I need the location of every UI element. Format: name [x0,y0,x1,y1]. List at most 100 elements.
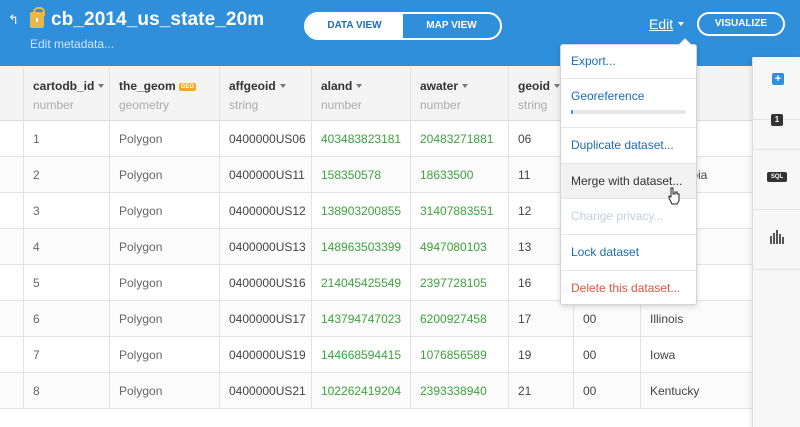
table-cell-affgeoid[interactable]: 0400000US16 [219,265,311,301]
georeference-menu-item[interactable]: Georeference [561,89,696,103]
table-cell-awater[interactable]: 1076856589 [410,337,508,373]
column-type: geometry [119,98,170,112]
change-privacy-menu-item[interactable]: Change privacy... [561,209,696,223]
table-cell-aland[interactable]: 144668594415 [311,337,410,373]
table-cell-cartodb-id[interactable]: 2 [23,157,109,193]
table-cell-the-geom[interactable]: Polygon [109,301,219,337]
table-cell-the-geom[interactable]: Polygon [109,157,219,193]
row-handle[interactable] [0,229,23,265]
visualize-button[interactable]: VISUALIZE [697,12,785,36]
sql-icon[interactable]: SQL [767,172,787,182]
column-type: number [420,98,461,112]
dataset-title[interactable]: cb_2014_us_state_20m [51,9,264,31]
column-header-the-geom[interactable]: the_geom GEO geometry [109,66,219,121]
geo-badge: GEO [178,83,197,91]
table-cell-affgeoid[interactable]: 0400000US21 [219,373,311,409]
caret-down-icon[interactable] [462,84,469,88]
table-cell-affgeoid[interactable]: 0400000US19 [219,337,311,373]
table-cell-affgeoid[interactable]: 0400000US13 [219,229,311,265]
table-cell-c7[interactable]: 00 [573,301,640,337]
table-row[interactable]: 8 Polygon 0400000US21 102262419204 239333894… [0,373,752,409]
row-handle[interactable] [0,373,23,409]
table-cell-aland[interactable]: 403483823181 [311,121,410,157]
table-cell-c7[interactable]: 00 [573,373,640,409]
table-cell-the-geom[interactable]: Polygon [109,121,219,157]
table-cell-awater[interactable]: 4947080103 [410,229,508,265]
table-cell-awater[interactable]: 2397728105 [410,265,508,301]
table-cell-aland[interactable]: 158350578 [311,157,410,193]
menu-divider [561,127,696,128]
chart-slot[interactable] [753,210,800,270]
row-handle[interactable] [0,193,23,229]
table-cell-geoid[interactable]: 21 [508,373,573,409]
table-cell-cartodb-id[interactable]: 8 [23,373,109,409]
column-header-affgeoid[interactable]: affgeoid string [219,66,311,121]
table-cell-cartodb-id[interactable]: 6 [23,301,109,337]
edit-menu-button[interactable]: Edit [649,16,673,32]
caret-down-icon[interactable] [98,84,105,88]
table-cell-affgeoid[interactable]: 0400000US11 [219,157,311,193]
row-handle[interactable] [0,157,23,193]
table-cell-cartodb-id[interactable]: 7 [23,337,109,373]
table-cell-cartodb-id[interactable]: 1 [23,121,109,157]
table-cell-awater[interactable]: 2393338940 [410,373,508,409]
lock-dataset-menu-item[interactable]: Lock dataset [561,245,696,259]
export-menu-item[interactable]: Export... [561,54,696,68]
caret-down-icon[interactable] [678,22,684,26]
table-cell-affgeoid[interactable]: 0400000US06 [219,121,311,157]
table-cell-the-geom[interactable]: Polygon [109,229,219,265]
row-handle[interactable] [0,301,23,337]
table-cell-aland[interactable]: 102262419204 [311,373,410,409]
layer-count-icon[interactable]: 1 [771,114,783,126]
table-cell-cartodb-id[interactable]: 4 [23,229,109,265]
table-cell-aland[interactable]: 148963503399 [311,229,410,265]
add-icon[interactable]: + [772,73,784,85]
table-cell-c8[interactable]: Illinois [640,301,752,337]
row-handle-header [0,66,23,121]
table-cell-aland[interactable]: 138903200855 [311,193,410,229]
edit-metadata-link[interactable]: Edit metadata... [30,37,114,51]
table-cell-the-geom[interactable]: Polygon [109,373,219,409]
row-handle[interactable] [0,265,23,301]
column-header-awater[interactable]: awater number [410,66,508,121]
table-row[interactable]: 7 Polygon 0400000US19 144668594415 107685658… [0,337,752,373]
table-cell-geoid[interactable]: 17 [508,301,573,337]
table-cell-aland[interactable]: 214045425549 [311,265,410,301]
delete-dataset-menu-item[interactable]: Delete this dataset... [561,281,696,295]
caret-down-icon[interactable] [356,84,363,88]
table-cell-affgeoid[interactable]: 0400000US17 [219,301,311,337]
table-cell-awater[interactable]: 20483271881 [410,121,508,157]
table-cell-the-geom[interactable]: Polygon [109,265,219,301]
chart-bars-icon[interactable] [769,230,785,244]
layer-count-slot[interactable]: 1 [753,90,800,150]
row-handle[interactable] [0,337,23,373]
back-arrow-icon[interactable]: ↰ [8,13,22,26]
row-handle[interactable] [0,121,23,157]
column-header-aland[interactable]: aland number [311,66,410,121]
table-cell-c8[interactable]: Iowa [640,337,752,373]
table-cell-affgeoid[interactable]: 0400000US12 [219,193,311,229]
table-cell-awater[interactable]: 6200927458 [410,301,508,337]
duplicate-dataset-menu-item[interactable]: Duplicate dataset... [561,138,696,152]
table-cell-geoid[interactable]: 19 [508,337,573,373]
menu-divider [561,234,696,235]
table-cell-awater[interactable]: 18633500 [410,157,508,193]
table-cell-cartodb-id[interactable]: 5 [23,265,109,301]
table-cell-c8[interactable]: Kentucky [640,373,752,409]
table-cell-the-geom[interactable]: Polygon [109,193,219,229]
table-cell-awater[interactable]: 31407883551 [410,193,508,229]
view-toggle: DATA VIEW MAP VIEW [304,12,502,40]
caret-down-icon[interactable] [279,84,286,88]
tab-map-view[interactable]: MAP VIEW [403,14,500,38]
tab-data-view[interactable]: DATA VIEW [306,14,403,38]
column-type: number [33,98,74,112]
column-name: aland [321,79,353,93]
column-name: geoid [518,79,550,93]
table-cell-cartodb-id[interactable]: 3 [23,193,109,229]
column-header-cartodb-id[interactable]: cartodb_id number [23,66,109,121]
table-cell-c7[interactable]: 00 [573,337,640,373]
table-row[interactable]: 6 Polygon 0400000US17 143794747023 620092745… [0,301,752,337]
table-cell-aland[interactable]: 143794747023 [311,301,410,337]
table-cell-the-geom[interactable]: Polygon [109,337,219,373]
sql-slot[interactable]: SQL [753,150,800,210]
